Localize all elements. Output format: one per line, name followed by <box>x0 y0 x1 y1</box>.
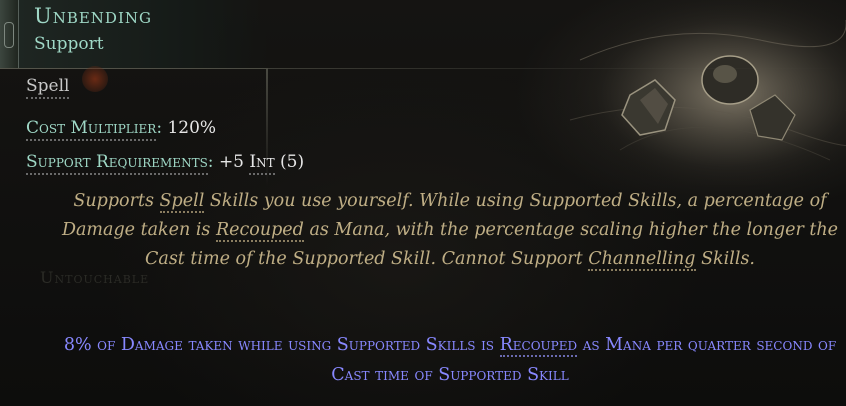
gem-name: Unbending <box>34 4 152 28</box>
support-requirements-row: Support Requirements: +5 Int (5) <box>26 152 305 175</box>
req-separator: : <box>207 152 219 172</box>
gem-type: Support <box>34 34 104 54</box>
req-attribute[interactable]: Int <box>249 152 275 175</box>
modifier-keyword-recouped[interactable]: Recouped <box>499 335 578 357</box>
req-current: (5) <box>280 152 305 172</box>
cost-multiplier-value: 120% <box>167 118 217 138</box>
keyword-spell[interactable]: Spell <box>159 191 205 213</box>
mod-text-1: 8% of Damage taken while using Supported… <box>63 335 500 355</box>
cost-multiplier-label[interactable]: Cost Multiplier <box>26 118 157 141</box>
desc-text-1: Supports <box>73 191 160 211</box>
keyword-recouped[interactable]: Recouped <box>215 220 304 242</box>
gem-modifier: 8% of Damage taken while using Supported… <box>60 330 840 390</box>
tooltip-frame-ornament <box>0 0 19 68</box>
gem-tooltip: Unbending Support Spell Cost Multiplier:… <box>0 0 846 406</box>
desc-text-4: Skills. <box>695 249 755 269</box>
background-ember <box>82 66 108 92</box>
header-divider <box>0 68 846 69</box>
gem-tag[interactable]: Spell <box>26 76 70 99</box>
cost-separator: : <box>156 118 168 138</box>
keyword-channelling[interactable]: Channelling <box>588 249 696 271</box>
gem-tag-label: Spell <box>26 76 70 99</box>
cost-multiplier-row: Cost Multiplier: 120% <box>26 118 217 141</box>
support-requirements-label[interactable]: Support Requirements <box>26 152 208 175</box>
req-value: +5 <box>218 152 244 172</box>
tooltip-header: Unbending Support <box>0 0 268 69</box>
gem-description: Supports Spell Skills you use yourself. … <box>60 187 840 274</box>
support-gem-art-image <box>560 0 846 185</box>
